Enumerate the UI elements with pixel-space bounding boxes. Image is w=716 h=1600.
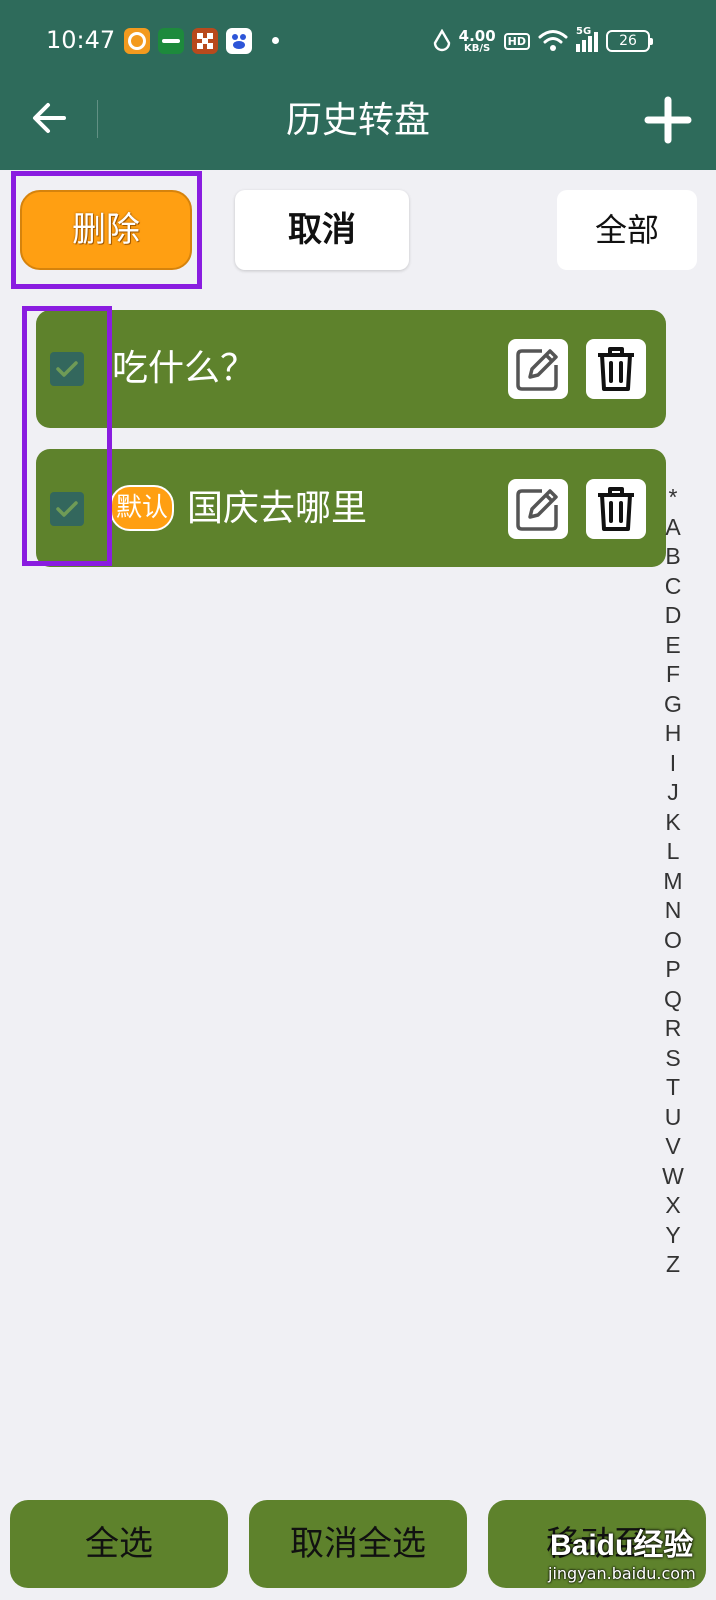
alpha-index-letter[interactable]: A (665, 513, 680, 543)
game-app-icon (192, 28, 218, 54)
alpha-index-letter[interactable]: O (664, 926, 682, 956)
alpha-index-letter[interactable]: U (665, 1103, 682, 1133)
list-item[interactable]: 默认 国庆去哪里 (36, 449, 666, 567)
more-notifications-dot (272, 37, 279, 44)
alpha-index-letter[interactable]: E (665, 631, 680, 661)
alpha-index-letter[interactable]: T (666, 1073, 680, 1103)
alpha-index-letter[interactable]: M (663, 867, 682, 897)
baidu-watermark: Baidu经验 jingyan.baidu.com (548, 1520, 708, 1590)
alpha-index-letter[interactable]: V (665, 1132, 680, 1162)
deselect-all-button[interactable]: 取消全选 (249, 1500, 467, 1588)
cancel-button[interactable]: 取消 (235, 190, 409, 270)
select-all-button[interactable]: 全选 (10, 1500, 228, 1588)
item-checkbox[interactable] (50, 352, 84, 386)
alpha-index-letter[interactable]: Q (664, 985, 682, 1015)
data-saver-icon (433, 29, 450, 52)
trash-icon (598, 487, 634, 531)
check-icon (56, 501, 78, 517)
edit-button[interactable] (508, 479, 568, 539)
net-speed: 4.00 KB/S (458, 26, 496, 54)
hd-badge: HD (503, 32, 530, 50)
watermark-url: jingyan.baidu.com (548, 1564, 696, 1583)
item-checkbox[interactable] (50, 492, 84, 526)
alpha-index-letter[interactable]: S (665, 1044, 680, 1074)
alpha-index-letter[interactable]: F (666, 660, 680, 690)
battery-level: 26 (619, 33, 637, 49)
alpha-index-letter[interactable]: R (665, 1014, 682, 1044)
trash-button[interactable] (586, 339, 646, 399)
alpha-index-letter[interactable]: N (665, 896, 682, 926)
wifi-icon (538, 30, 568, 51)
oppo-app-icon (158, 28, 184, 54)
edit-icon (516, 349, 558, 391)
battery-icon: 26 (606, 30, 653, 52)
network-type: 5G (576, 26, 592, 37)
net-speed-value: 4.00 (458, 26, 496, 45)
alpha-index-letter[interactable]: P (665, 955, 680, 985)
alpha-index-letter[interactable]: H (665, 719, 682, 749)
alpha-index-letter[interactable]: C (665, 572, 682, 602)
alpha-index-letter[interactable]: L (667, 837, 680, 867)
status-time: 10:47 (46, 26, 116, 54)
edit-button[interactable] (508, 339, 568, 399)
baidu-app-icon (226, 28, 252, 54)
watermark-brand: Baidu经验 (550, 1529, 694, 1562)
alpha-index-letter[interactable]: Y (665, 1221, 680, 1251)
add-button[interactable] (644, 96, 692, 144)
item-title: 吃什么？ (112, 348, 257, 389)
edit-icon (516, 489, 558, 531)
cell-signal-icon: 5G (576, 26, 598, 52)
alpha-index-letter[interactable]: B (665, 542, 680, 572)
list-item[interactable]: 吃什么？ (36, 310, 666, 428)
status-indicators: 4.00 KB/S HD 5G 26 (433, 24, 653, 58)
notification-app-icon (124, 28, 150, 54)
alpha-index-letter[interactable]: Z (666, 1250, 680, 1280)
net-speed-unit: KB/S (464, 42, 491, 54)
trash-icon (598, 347, 634, 391)
all-button[interactable]: 全部 (557, 190, 697, 270)
item-title: 国庆去哪里 (187, 488, 368, 529)
delete-button[interactable]: 删除 (20, 190, 192, 270)
alpha-index-letter[interactable]: J (667, 778, 679, 808)
alpha-index-letter[interactable]: W (662, 1162, 684, 1192)
alpha-index-letter[interactable]: I (670, 749, 676, 779)
check-icon (56, 361, 78, 377)
default-badge: 默认 (110, 485, 174, 531)
alpha-index-letter[interactable]: * (669, 483, 678, 513)
trash-button[interactable] (586, 479, 646, 539)
alpha-index-letter[interactable]: K (665, 808, 680, 838)
alpha-index-letter[interactable]: D (665, 601, 682, 631)
plus-icon (644, 96, 692, 144)
alphabet-index[interactable]: * A B C D E F G H I J K L M N O P Q R S T U V W X Y Z (658, 483, 688, 1280)
alpha-index-letter[interactable]: G (664, 690, 682, 720)
alpha-index-letter[interactable]: X (665, 1191, 680, 1221)
page-title: 历史转盘 (285, 100, 430, 141)
